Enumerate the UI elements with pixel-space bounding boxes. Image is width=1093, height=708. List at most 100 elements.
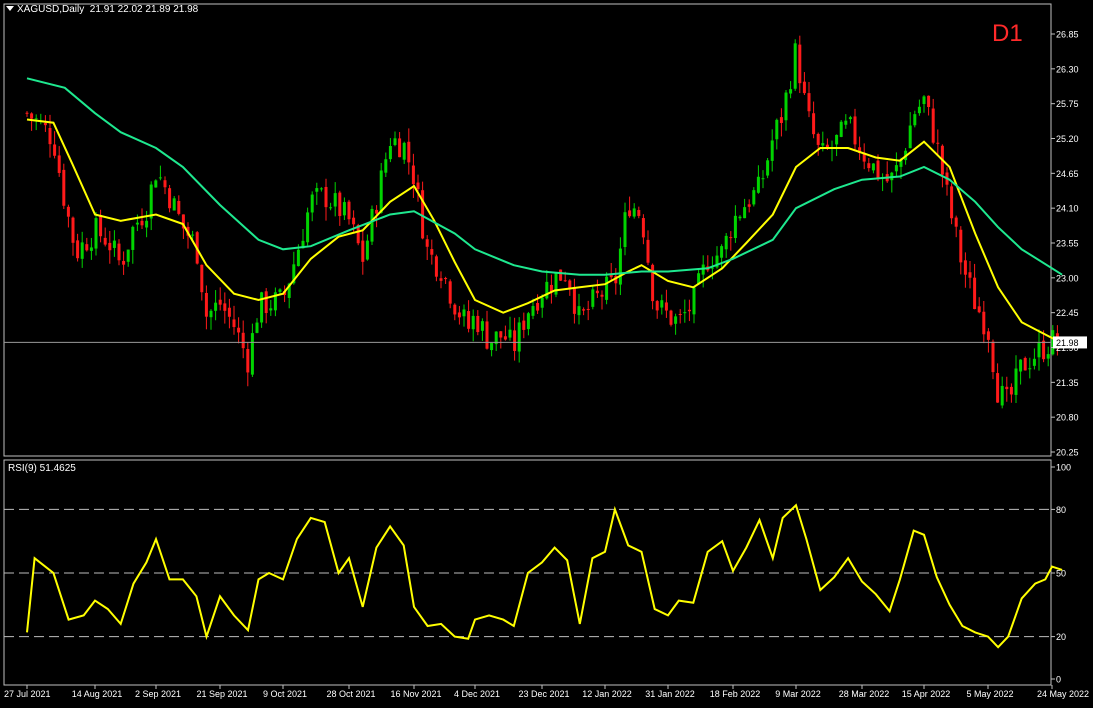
bull-candle [848, 117, 852, 120]
bull-candle [214, 302, 218, 311]
bull-candle [784, 92, 788, 121]
bear-candle [802, 81, 806, 94]
price-tick-label: 20.80 [1056, 413, 1079, 423]
bull-candle [775, 119, 779, 140]
bear-candle [586, 308, 590, 310]
bull-candle [761, 178, 765, 180]
bear-candle [986, 331, 990, 340]
chart-frames [3, 3, 1052, 686]
bear-candle [103, 237, 107, 245]
bear-candle [991, 341, 995, 373]
bull-candle [770, 140, 774, 161]
bull-candle [149, 184, 153, 219]
bear-candle [122, 260, 126, 265]
bull-candle [789, 89, 793, 94]
bear-candle [30, 113, 34, 119]
bear-candle [963, 260, 967, 275]
time-tick-label: 9 Oct 2021 [263, 689, 307, 699]
timeframe-badge: D1 [992, 20, 1023, 47]
rsi-indicator-title: RSI(9) 51.4625 [8, 463, 76, 474]
bear-candle [513, 330, 517, 351]
bear-candle [669, 310, 673, 325]
bull-candle [922, 96, 926, 105]
bear-candle [1009, 386, 1013, 395]
bull-candle [310, 194, 314, 213]
bull-candle [80, 242, 84, 259]
bear-candle [931, 108, 935, 143]
time-tick-label: 4 Dec 2021 [454, 689, 500, 699]
bear-candle [1023, 357, 1027, 371]
bull-candle [126, 249, 130, 262]
bear-candle [655, 301, 659, 311]
bear-candle [476, 315, 480, 333]
price-tick-label: 24.10 [1056, 204, 1079, 214]
price-axis: 26.85 26.30 25.75 25.20 24.65 24.10 23.55 23.00… [4, 30, 1087, 458]
bull-candle [743, 207, 747, 219]
bear-candle [977, 306, 981, 313]
bear-candle [398, 138, 402, 158]
bull-candle [89, 247, 93, 251]
bull-candle [158, 177, 162, 179]
bear-candle [600, 294, 604, 297]
bull-candle [333, 193, 337, 207]
bear-candle [108, 242, 112, 251]
bull-candle [674, 316, 678, 324]
bear-candle [747, 204, 751, 207]
bull-candle [756, 176, 760, 193]
bear-candle [352, 217, 356, 225]
bear-candle [200, 264, 204, 293]
bear-candle [347, 201, 351, 220]
bear-candle [467, 311, 471, 329]
bull-candle [480, 321, 484, 331]
bull-candle [209, 310, 213, 318]
bull-candle [471, 315, 475, 330]
bear-candle [563, 280, 567, 282]
bull-candle [632, 208, 636, 217]
bull-candle [1014, 368, 1018, 395]
bear-candle [499, 331, 503, 338]
ma-slow-line [26, 77, 1063, 276]
bull-candle [733, 215, 737, 238]
bull-candle [255, 322, 259, 333]
bull-candle [844, 120, 848, 125]
bear-candle [687, 309, 691, 312]
bear-candle [99, 215, 103, 237]
rsi-tick-label: 50 [1056, 569, 1066, 579]
time-tick-label: 14 Aug 2021 [72, 689, 123, 699]
rsi-tick-label: 20 [1056, 632, 1066, 642]
bear-candle [572, 288, 576, 314]
bear-candle [338, 192, 342, 217]
bear-candle [457, 312, 461, 318]
bear-candle [232, 319, 236, 328]
bear-candle [85, 244, 89, 251]
bear-candle [163, 180, 167, 188]
bull-candle [577, 306, 581, 316]
bull-candle [531, 306, 535, 316]
chevron-down-icon[interactable] [6, 6, 14, 11]
bull-candle [342, 202, 346, 216]
bear-candle [430, 249, 434, 255]
bear-candle [1042, 340, 1046, 360]
bull-candle [260, 292, 264, 323]
rsi-tick-label: 0 [1056, 675, 1061, 685]
symbol-info-bar[interactable]: XAGUSD,Daily 21.91 22.02 21.89 21.98 [6, 4, 198, 15]
chart-canvas[interactable]: 26.85 26.30 25.75 25.20 24.65 24.10 23.55 23.00… [0, 0, 1093, 708]
bear-candle [177, 200, 181, 214]
bear-candle [434, 256, 438, 277]
candles-layer [25, 35, 1064, 409]
bear-candle [76, 240, 80, 259]
price-tick-label: 23.55 [1056, 239, 1079, 249]
bear-candle [927, 95, 931, 108]
bull-candle [365, 240, 369, 260]
bull-candle [1000, 385, 1004, 406]
bear-candle [973, 277, 977, 310]
price-tick-label: 26.85 [1056, 30, 1079, 40]
bear-candle [664, 302, 668, 311]
bear-candle [536, 303, 540, 311]
price-tick-label: 26.30 [1056, 64, 1079, 74]
bull-candle [319, 188, 323, 190]
time-tick-label: 5 May 2022 [966, 689, 1013, 699]
bear-candle [223, 303, 227, 311]
bear-candle [959, 229, 963, 263]
time-tick-label: 28 Oct 2021 [326, 689, 375, 699]
